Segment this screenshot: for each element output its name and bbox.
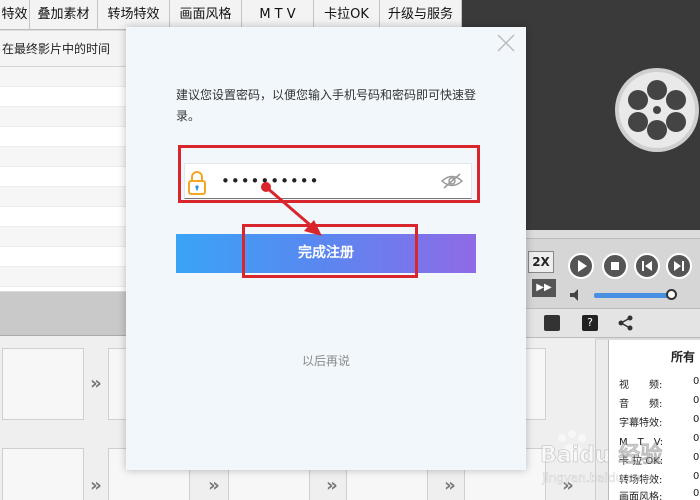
next-frame-icon[interactable] [666, 253, 692, 279]
list-item[interactable] [0, 107, 126, 127]
list-item[interactable] [0, 147, 126, 167]
list-item[interactable] [0, 187, 126, 207]
tab-karaoke[interactable]: 卡拉OK [314, 0, 380, 30]
info-value: 0 [693, 452, 700, 463]
list-item[interactable] [0, 227, 126, 247]
list-item[interactable] [0, 167, 126, 187]
info-panel-title: 所有 [671, 350, 696, 364]
list-item[interactable] [0, 127, 126, 147]
tab-effects[interactable]: 特效 [0, 0, 30, 30]
svg-text:Baidu 经验: Baidu 经验 [540, 442, 662, 468]
column-header-time: 在最终影片中的时间 [0, 31, 126, 67]
volume-icon[interactable] [570, 289, 584, 301]
list-item[interactable] [0, 267, 126, 287]
baidu-watermark-logo: Baidu 经验 jingyan.baidu.com [540, 430, 662, 485]
film-reel-icon [614, 60, 700, 160]
storyboard-slot[interactable] [2, 348, 84, 420]
list-item[interactable] [0, 207, 126, 227]
info-value: 0 [693, 471, 700, 482]
svg-text:jingyan.baidu.com: jingyan.baidu.com [541, 471, 653, 485]
fast-forward-icon[interactable]: ▶▶ [532, 279, 556, 297]
list-footer-bar [0, 292, 126, 336]
speed-button[interactable]: 2X [528, 251, 554, 273]
list-item[interactable] [0, 67, 126, 87]
info-value: 0 [693, 376, 700, 387]
annotation-highlight-box [242, 224, 418, 278]
password-input[interactable] [221, 172, 421, 190]
chevron-right-icon: » [326, 475, 338, 496]
info-value: 0 [693, 488, 700, 499]
password-field[interactable] [184, 163, 472, 199]
tab-upgrade-service[interactable]: 升级与服务 [380, 0, 462, 30]
feature-tab-bar: 特效 叠加素材 转场特效 画面风格 M T V 卡拉OK 升级与服务 [0, 0, 462, 30]
info-value: 0 [693, 414, 700, 425]
info-label: 音 频: [619, 399, 663, 410]
tab-transition-effects[interactable]: 转场特效 [98, 0, 170, 30]
chevron-right-icon: » [90, 373, 102, 394]
info-value: 0 [693, 433, 700, 444]
chevron-right-icon: » [90, 475, 102, 496]
hide-password-icon[interactable] [440, 172, 464, 190]
previous-frame-icon[interactable] [634, 253, 660, 279]
info-value: 0 [693, 395, 700, 406]
preview-toolbar: ? [526, 308, 700, 338]
close-icon[interactable] [496, 33, 516, 53]
clip-list [0, 67, 126, 291]
storyboard-slot[interactable] [2, 448, 84, 500]
lock-icon [185, 170, 209, 196]
chevron-right-icon: » [444, 475, 456, 496]
share-icon[interactable] [618, 315, 634, 331]
volume-slider[interactable] [594, 293, 672, 298]
help-icon[interactable]: ? [582, 315, 598, 331]
play-icon[interactable] [568, 253, 594, 279]
volume-slider-handle[interactable] [666, 289, 677, 300]
set-password-dialog: 建议您设置密码，以便您输入手机号码和密码即可快速登录。 完成注册 以后再说 [126, 27, 526, 470]
tab-overlay-material[interactable]: 叠加素材 [30, 0, 98, 30]
player-controls: 2X ▶▶ [526, 238, 700, 308]
tab-picture-style[interactable]: 画面风格 [170, 0, 242, 30]
tab-mtv[interactable]: M T V [242, 0, 314, 30]
chevron-right-icon: » [208, 475, 220, 496]
save-icon[interactable] [544, 315, 560, 331]
dialog-instruction: 建议您设置密码，以便您输入手机号码和密码即可快速登录。 [176, 88, 477, 123]
list-item[interactable] [0, 247, 126, 267]
list-item[interactable] [0, 87, 126, 107]
stop-icon[interactable] [602, 253, 628, 279]
info-label: 视 频: [619, 380, 663, 391]
info-label: 字幕特效: [619, 418, 663, 429]
skip-for-now-link[interactable]: 以后再说 [126, 352, 526, 369]
